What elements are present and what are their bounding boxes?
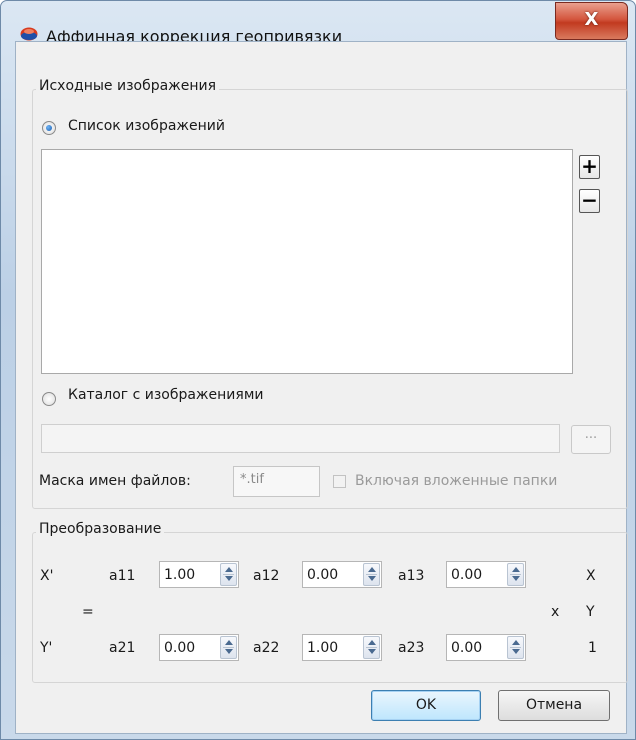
a13-value[interactable]: 0.00	[451, 567, 482, 583]
spin-down-icon[interactable]	[512, 576, 520, 581]
spin-down-icon[interactable]	[225, 649, 233, 654]
app-icon	[20, 27, 38, 41]
spin-up-icon[interactable]	[512, 567, 520, 572]
a23-label: a23	[398, 640, 425, 656]
spin-divider	[510, 647, 521, 648]
spin-up-icon[interactable]	[225, 567, 233, 572]
a22-spinbox[interactable]: 1.00	[302, 634, 382, 661]
remove-image-button[interactable]: −	[579, 189, 600, 213]
transform-title: Преобразование	[36, 521, 165, 537]
image-list[interactable]	[41, 149, 573, 374]
a12-label: a12	[253, 568, 280, 584]
a12-spin-arrows[interactable]	[363, 563, 380, 586]
title-bar[interactable]: Аффинная коррекция геопривязки X	[1, 1, 635, 46]
mask-input[interactable]: *.tif	[233, 466, 320, 497]
dialog-client: Исходные изображения Список изображений …	[15, 41, 628, 734]
ok-button[interactable]: OK	[371, 690, 481, 721]
a21-value[interactable]: 0.00	[164, 640, 195, 656]
a23-spin-arrows[interactable]	[507, 636, 524, 659]
a12-spinbox[interactable]: 0.00	[302, 561, 382, 588]
add-image-button[interactable]: +	[579, 155, 600, 179]
spin-up-icon[interactable]	[368, 567, 376, 572]
subfolders-label[interactable]: Включая вложенные папки	[355, 473, 557, 489]
browse-button[interactable]: ...	[571, 425, 611, 454]
a11-label: a11	[109, 568, 136, 584]
spin-down-icon[interactable]	[368, 576, 376, 581]
spin-divider	[223, 574, 234, 575]
equals-sign: =	[82, 604, 94, 620]
spin-divider	[223, 647, 234, 648]
a11-spinbox[interactable]: 1.00	[159, 561, 239, 588]
source-images-title: Исходные изображения	[36, 78, 220, 94]
folder-radio-label[interactable]: Каталог с изображениями	[68, 387, 264, 403]
folder-radio[interactable]	[42, 392, 56, 406]
a23-spinbox[interactable]: 0.00	[446, 634, 526, 661]
folder-path-input[interactable]	[41, 424, 560, 453]
a22-spin-arrows[interactable]	[363, 636, 380, 659]
a21-spinbox[interactable]: 0.00	[159, 634, 239, 661]
a12-value[interactable]: 0.00	[307, 567, 338, 583]
cancel-button[interactable]: Отмена	[498, 690, 610, 721]
a13-label: a13	[398, 568, 425, 584]
subfolders-checkbox[interactable]	[333, 475, 346, 488]
x-prime-label: X'	[40, 568, 54, 584]
dialog-window: Аффинная коррекция геопривязки X Исходны…	[0, 0, 636, 740]
spin-up-icon[interactable]	[512, 640, 520, 645]
spin-divider	[366, 647, 377, 648]
vector-y: Y	[586, 604, 595, 620]
y-prime-label: Y'	[40, 640, 53, 656]
list-radio-label[interactable]: Список изображений	[68, 118, 225, 134]
a11-value[interactable]: 1.00	[164, 567, 195, 583]
close-icon: X	[584, 9, 599, 30]
a23-value[interactable]: 0.00	[451, 640, 482, 656]
mask-label: Маска имен файлов:	[39, 473, 191, 489]
spin-divider	[510, 574, 521, 575]
spin-down-icon[interactable]	[512, 649, 520, 654]
list-radio[interactable]	[42, 121, 56, 135]
spin-down-icon[interactable]	[225, 576, 233, 581]
vector-x: X	[586, 568, 596, 584]
a11-spin-arrows[interactable]	[220, 563, 237, 586]
a13-spin-arrows[interactable]	[507, 563, 524, 586]
a13-spinbox[interactable]: 0.00	[446, 561, 526, 588]
spin-down-icon[interactable]	[368, 649, 376, 654]
a22-value[interactable]: 1.00	[307, 640, 338, 656]
vector-one: 1	[588, 640, 597, 656]
a22-label: a22	[253, 640, 280, 656]
spin-up-icon[interactable]	[368, 640, 376, 645]
times-sign: x	[551, 604, 560, 620]
spin-up-icon[interactable]	[225, 640, 233, 645]
spin-divider	[366, 574, 377, 575]
close-button[interactable]: X	[555, 2, 628, 40]
a21-spin-arrows[interactable]	[220, 636, 237, 659]
a21-label: a21	[109, 640, 136, 656]
